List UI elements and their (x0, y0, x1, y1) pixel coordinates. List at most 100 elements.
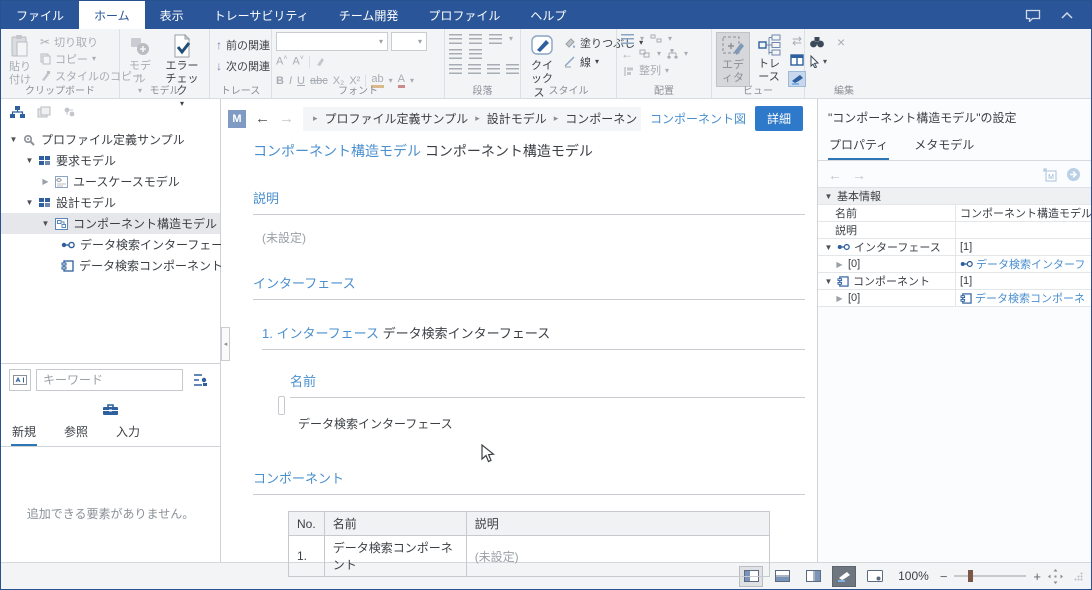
property-group-basic[interactable]: ▼ 基本情報 (818, 188, 1091, 205)
tree-item-design-model[interactable]: ▼ 設計モデル (1, 192, 220, 213)
tree-item-requirement-model[interactable]: ▼ 要求モデル (1, 150, 220, 171)
align-center-icon[interactable] (468, 64, 481, 74)
quick-style-icon (529, 34, 555, 58)
property-row-interface-0[interactable]: ▶ [0] データ検索インターフェース:イ… (818, 256, 1091, 273)
split-view-icon[interactable] (788, 52, 806, 68)
tab-reference[interactable]: 参照 (63, 421, 89, 446)
tab-profile[interactable]: プロファイル (413, 1, 515, 29)
component-link[interactable]: データ検索コンポーネント:コン… (975, 290, 1087, 306)
tab-properties[interactable]: プロパティ (828, 134, 889, 160)
align-button[interactable]: 整列 ▾ (621, 64, 688, 79)
font-family-select[interactable]: ▾ (276, 32, 388, 51)
keyword-search-input[interactable] (36, 369, 183, 391)
style-edit-mode-button[interactable] (832, 566, 856, 587)
layers-icon[interactable] (37, 106, 51, 118)
text-search-icon[interactable] (9, 369, 31, 391)
ribbon-group-view: エディタ トレース ⇄ ビュー (712, 29, 805, 98)
metamodel-jump-icon[interactable]: M (1043, 168, 1058, 182)
zoom-out-button[interactable]: − (940, 569, 948, 584)
tree-item-data-search-interface[interactable]: データ検索インターフェース (1, 234, 220, 255)
decrease-indent-icon[interactable] (449, 49, 462, 59)
nav-back-icon[interactable]: ← (255, 111, 270, 126)
interface-icon (61, 241, 75, 249)
zoom-slider-handle[interactable] (968, 570, 973, 582)
presentation-view-button[interactable] (863, 566, 887, 587)
feedback-icon[interactable] (1025, 9, 1041, 22)
align-right-icon[interactable] (487, 64, 500, 74)
clear-format-icon[interactable] (315, 56, 326, 67)
ribbon-group-model: モデル ▾ エラーチェック ▾ モデル (120, 29, 210, 98)
profile-icon (23, 134, 36, 146)
zoom-in-button[interactable]: + (1033, 569, 1041, 584)
column-header-description: 説明 (466, 512, 769, 536)
delete-icon[interactable]: × (837, 35, 845, 49)
increase-indent-icon[interactable] (469, 49, 482, 59)
swap-panes-icon[interactable]: ⇄ (788, 33, 806, 49)
distribute-icon[interactable] (650, 34, 662, 44)
interface-item[interactable]: 1. インターフェース データ検索インターフェース (262, 323, 805, 350)
tree-item-component-structure-model[interactable]: ▼ コンポーネント構造モデル (1, 213, 220, 234)
tab-input[interactable]: 入力 (115, 421, 141, 446)
property-row-description[interactable]: 説明 (818, 222, 1091, 239)
ribbon-group-clipboard: 貼り付け ✂ 切り取り コピー ▾ スタイルのコピー (1, 29, 120, 98)
group-icon[interactable] (639, 49, 651, 59)
bring-forward-icon[interactable] (621, 34, 634, 44)
tab-view[interactable]: 表示 (145, 1, 199, 29)
tab-metamodel[interactable]: メタモデル (913, 134, 975, 160)
zoom-slider[interactable] (954, 569, 1026, 583)
resize-grip[interactable] (1074, 572, 1083, 581)
breadcrumb-item[interactable]: コンポーネント構造モデル (565, 110, 641, 127)
tree-item-profile-sample[interactable]: ▼ プロファイル定義サンプル (1, 129, 220, 150)
property-row-interface[interactable]: ▼ インターフェース [1] (818, 239, 1091, 256)
paste-button[interactable]: 貼り付け (5, 32, 35, 88)
rotate-icon[interactable]: ← (621, 48, 633, 60)
multilevel-list-icon[interactable] (489, 34, 502, 44)
numbered-list-icon[interactable] (469, 34, 482, 44)
tree-item-data-search-component[interactable]: データ検索コンポーネント (1, 255, 220, 276)
align-left-icon[interactable] (449, 64, 462, 74)
properties-toolbar: ← → M (818, 161, 1091, 187)
collapse-ribbon-icon[interactable] (1061, 12, 1073, 19)
find-icon[interactable] (809, 36, 825, 49)
trace-view-button[interactable]: トレース (753, 32, 785, 85)
property-row-component-0[interactable]: ▶ [0] データ検索コンポーネント:コン… (818, 290, 1091, 307)
tab-new[interactable]: 新規 (11, 421, 37, 446)
tab-team[interactable]: チーム開発 (324, 1, 414, 29)
table-row[interactable]: 1. データ検索コンポーネント (未設定) (289, 536, 770, 577)
breadcrumb-item[interactable]: プロファイル定義サンプル (325, 110, 469, 127)
detail-button[interactable]: 詳細 (755, 106, 803, 131)
shrink-font-button[interactable]: A˅ (292, 55, 303, 68)
breadcrumb-item[interactable]: 設計モデル (487, 110, 547, 127)
sidebar-collapse-handle[interactable]: ◂ (221, 327, 230, 361)
editor-view-button[interactable]: エディタ (716, 32, 750, 87)
error-check-icon (170, 34, 194, 58)
component-diagram-link[interactable]: コンポーネント図 (650, 110, 746, 127)
tab-help[interactable]: ヘルプ (515, 1, 581, 29)
property-row-name[interactable]: 名前 コンポーネント構造モデル (818, 205, 1091, 222)
property-row-component[interactable]: ▼ コンポーネント [1] (818, 273, 1091, 290)
row-drag-handle[interactable] (278, 396, 285, 415)
font-size-select[interactable]: ▾ (391, 32, 427, 51)
select-cursor-icon[interactable] (809, 55, 820, 68)
nav-forward-icon[interactable]: → (279, 111, 294, 126)
tab-home[interactable]: ホーム (79, 1, 145, 29)
error-check-button[interactable]: エラーチェック ▾ (159, 32, 205, 110)
interface-link[interactable]: データ検索インターフェース:イ… (976, 256, 1087, 272)
tab-traceability[interactable]: トレーサビリティ (199, 1, 324, 29)
prop-forward-icon[interactable]: → (852, 168, 866, 182)
next-relation-button[interactable]: ↓ 次の関連 (214, 58, 272, 73)
structure-filter-icon[interactable] (188, 369, 212, 391)
layout-icon[interactable] (667, 49, 678, 59)
pan-view-button[interactable] (1048, 569, 1063, 584)
tree-structure-icon[interactable] (10, 106, 25, 118)
breadcrumb[interactable]: ▸ プロファイル定義サンプル ▸ 設計モデル ▸ コンポーネント構造モデル ▸ (303, 107, 641, 131)
bullet-list-icon[interactable] (449, 34, 462, 44)
prop-back-icon[interactable]: ← (828, 168, 842, 182)
align-justify-icon[interactable] (506, 64, 519, 74)
sync-tree-icon[interactable] (63, 106, 76, 118)
prev-relation-button[interactable]: ↑ 前の関連 (214, 37, 272, 52)
sync-selection-icon[interactable] (1066, 167, 1081, 182)
tab-file[interactable]: ファイル (1, 1, 79, 29)
tree-item-usecase-model[interactable]: ▶ ユースケースモデル (1, 171, 220, 192)
grow-font-button[interactable]: A˄ (276, 55, 287, 68)
